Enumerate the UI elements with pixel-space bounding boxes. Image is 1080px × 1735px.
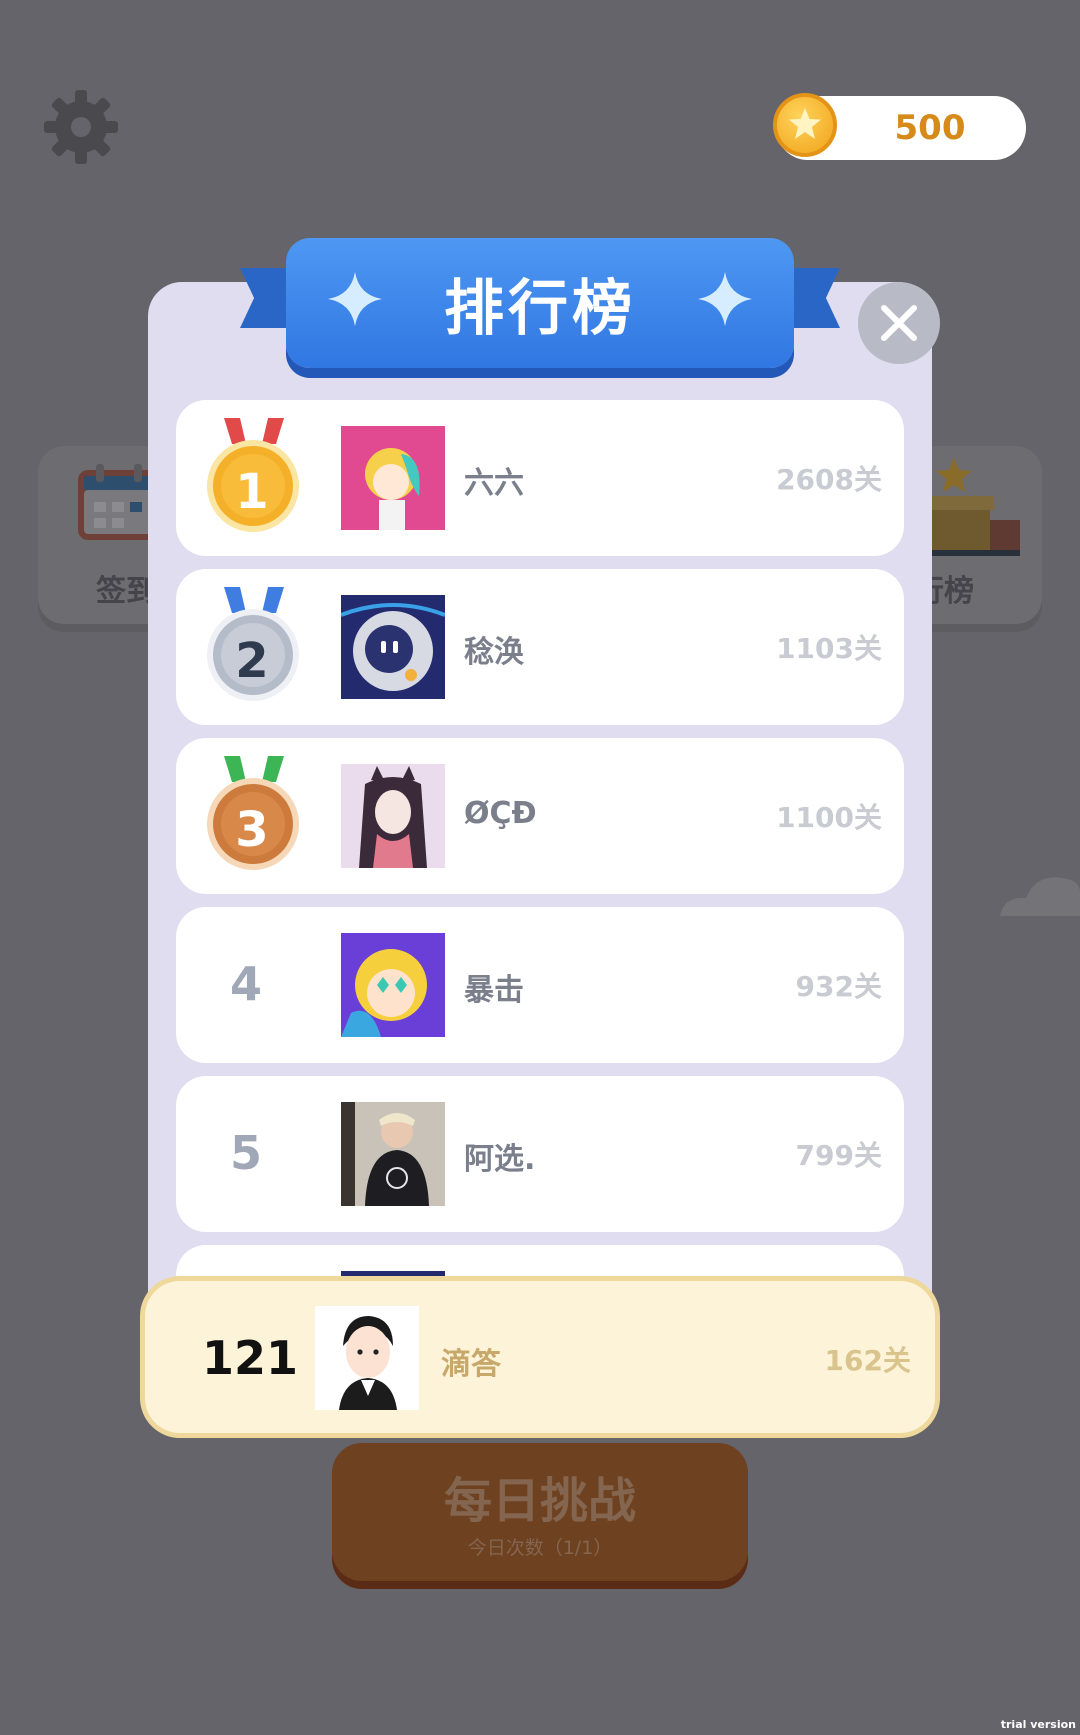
rank-number: 5	[229, 1126, 262, 1180]
bronze-medal-icon: 3	[206, 754, 306, 874]
player-score: 799关	[795, 1139, 882, 1172]
leaderboard-list[interactable]: 1 六六 2608关 2 稔涣 1103关 3 ØÇĐ 1100关 4 暴击 9…	[176, 400, 904, 1288]
settings-gear-icon[interactable]	[42, 88, 120, 166]
player-name: 阿选.	[464, 1142, 536, 1177]
trial-watermark: trial version	[1000, 1718, 1076, 1731]
player-name: 稔涣	[464, 635, 524, 670]
avatar	[341, 1102, 445, 1206]
leaderboard-row: 5 阿选. 799关	[176, 1076, 904, 1232]
leaderboard-row: 4 暴击 932关	[176, 907, 904, 1063]
player-score: 932关	[795, 970, 882, 1003]
medal-rank: 3	[235, 802, 269, 858]
my-rank-row: 121 滴答 162关	[140, 1276, 940, 1438]
player-name: 暴击	[464, 973, 524, 1008]
avatar	[341, 764, 445, 868]
gold-medal-icon: 1	[206, 416, 306, 536]
rank-number: 4	[229, 957, 262, 1011]
checkin-label: 签到	[96, 574, 156, 609]
silver-medal-icon: 2	[206, 585, 306, 705]
cloud-decoration	[1000, 877, 1080, 916]
my-rank-number: 121	[201, 1331, 299, 1385]
daily-challenge-subtitle: 今日次数（1/1）	[467, 1537, 613, 1559]
player-name: 六六	[464, 466, 524, 501]
daily-challenge-title: 每日挑战	[443, 1473, 636, 1529]
avatar	[341, 426, 445, 530]
close-button[interactable]	[858, 282, 940, 364]
avatar	[341, 595, 445, 699]
coin-count: 500	[894, 108, 966, 148]
my-avatar	[315, 1306, 419, 1410]
avatar	[341, 933, 445, 1037]
sparkle-icon	[698, 272, 752, 326]
coin-icon	[773, 93, 837, 157]
player-name: ØÇĐ	[464, 796, 537, 831]
title-banner: 排行榜	[286, 238, 794, 368]
leaderboard-row: 2 稔涣 1103关	[176, 569, 904, 725]
player-score: 2608关	[776, 463, 882, 496]
medal-rank: 2	[235, 633, 269, 689]
leaderboard-row: 1 六六 2608关	[176, 400, 904, 556]
leaderboard-row: 3 ØÇĐ 1100关	[176, 738, 904, 894]
daily-challenge-button[interactable]: 每日挑战 今日次数（1/1）	[332, 1443, 748, 1581]
my-score: 162关	[824, 1344, 911, 1377]
medal-rank: 1	[235, 464, 269, 520]
player-score: 1103关	[776, 632, 882, 665]
player-score: 1100关	[776, 801, 882, 834]
my-name: 滴答	[441, 1347, 501, 1382]
close-icon	[881, 305, 917, 341]
